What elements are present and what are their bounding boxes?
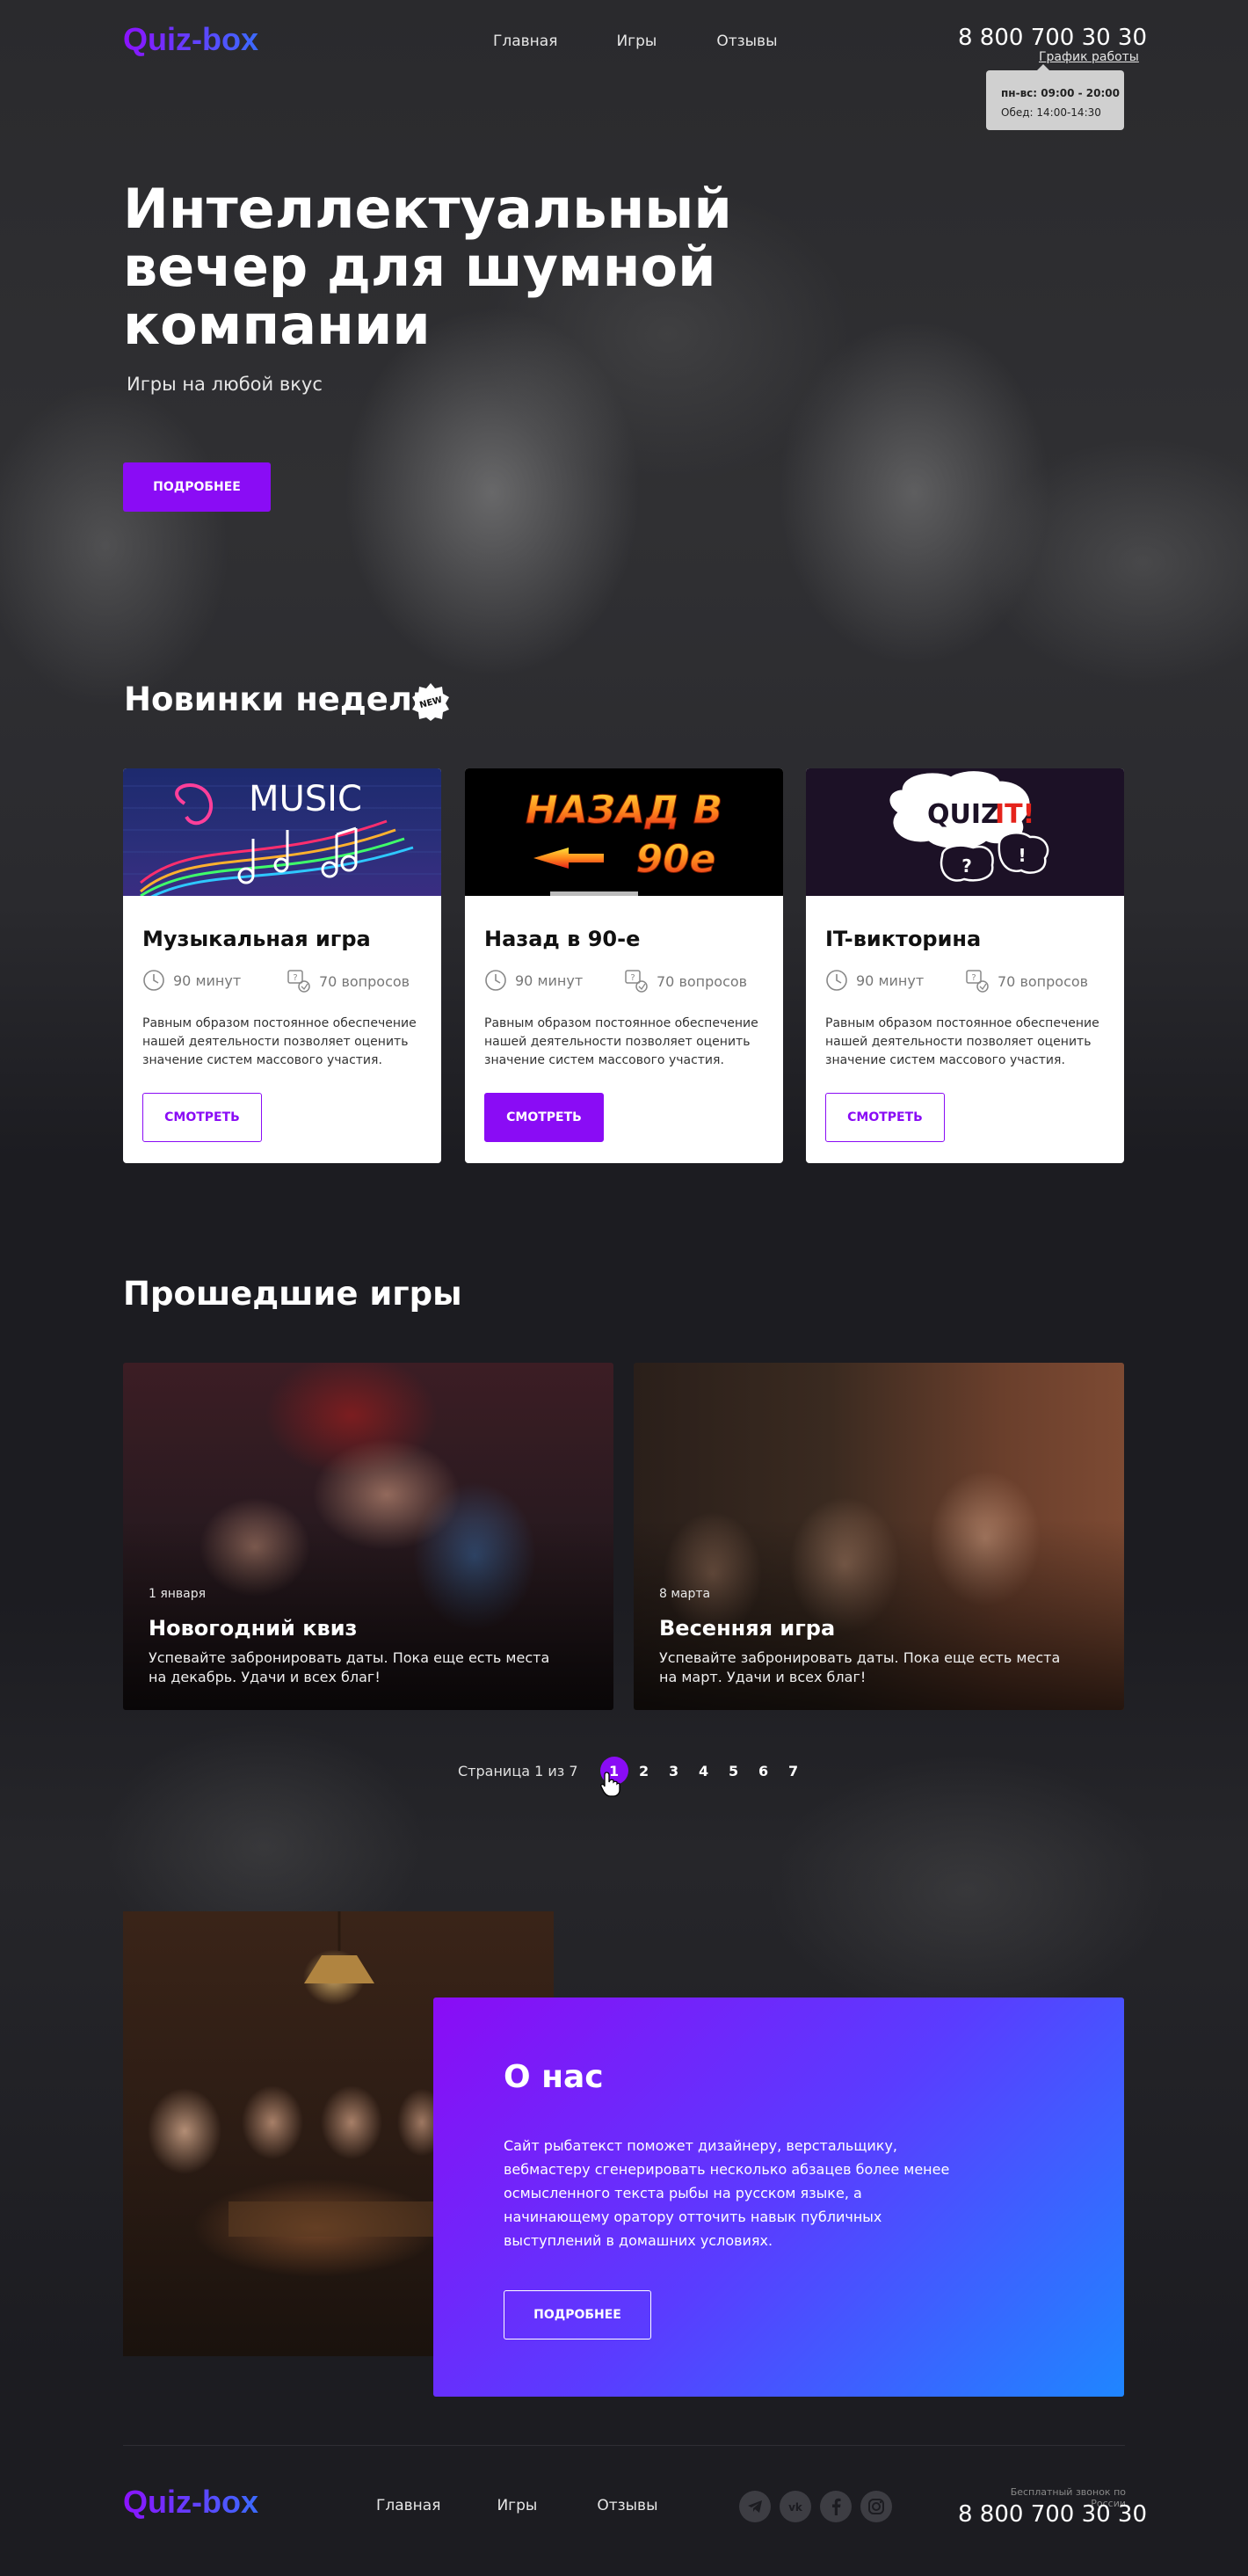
game-card-music: MUSIC Музыкальная игра 90 минут ? 70 воп… bbox=[123, 768, 441, 1163]
card-description: Равным образом постоянное обеспечение на… bbox=[142, 1016, 417, 1067]
music-image-text: MUSIC bbox=[249, 779, 362, 819]
view-button[interactable]: СМОТРЕТЬ bbox=[825, 1093, 945, 1142]
logo[interactable]: Quiz-box bbox=[123, 21, 258, 58]
clock-icon bbox=[485, 970, 506, 991]
clock-icon bbox=[143, 970, 164, 991]
hero-subtitle: Игры на любой вкус bbox=[127, 374, 323, 395]
past-game-date: 8 марта bbox=[659, 1587, 711, 1601]
svg-text:?: ? bbox=[961, 855, 972, 877]
footer-nav-games[interactable]: Игры bbox=[497, 2497, 537, 2514]
questions-text: 70 вопросов bbox=[657, 972, 748, 990]
nav-games[interactable]: Игры bbox=[616, 33, 657, 50]
duration-text: 90 минут bbox=[856, 971, 925, 989]
page-5[interactable]: 5 bbox=[720, 1757, 748, 1785]
card-image-90s: НАЗАД В 90е bbox=[465, 768, 783, 896]
card-image-it: QUIZ IT! ? ! bbox=[806, 768, 1124, 896]
questions-icon: ? bbox=[625, 970, 648, 993]
main-nav: Главная Игры Отзывы bbox=[493, 33, 778, 50]
hand-cursor-icon bbox=[600, 1772, 620, 1797]
page-6[interactable]: 6 bbox=[750, 1757, 778, 1785]
quiz-image-text: QUIZ bbox=[927, 799, 1000, 830]
clock-icon bbox=[826, 970, 847, 991]
new-games-title: Новинки недели bbox=[124, 680, 435, 718]
view-button[interactable]: СМОТРЕТЬ bbox=[484, 1093, 604, 1142]
page-3[interactable]: 3 bbox=[660, 1757, 688, 1785]
footer-nav-reviews[interactable]: Отзывы bbox=[597, 2497, 657, 2514]
nav-reviews[interactable]: Отзывы bbox=[716, 33, 777, 50]
page-2[interactable]: 2 bbox=[630, 1757, 658, 1785]
duration-meta: 90 минут bbox=[484, 969, 583, 992]
card-title: IT-викторина bbox=[825, 927, 982, 951]
schedule-link[interactable]: График работы bbox=[1039, 50, 1139, 64]
duration-meta: 90 минут bbox=[825, 969, 924, 992]
duration-text: 90 минут bbox=[515, 971, 584, 989]
vk-icon[interactable]: vk bbox=[780, 2491, 811, 2522]
questions-text: 70 вопросов bbox=[319, 972, 410, 990]
past-game-description: Успевайте забронировать даты. Пока еще е… bbox=[149, 1649, 550, 1685]
about-title: О нас bbox=[504, 2059, 604, 2095]
footer-phone[interactable]: 8 800 700 30 30 bbox=[958, 2501, 1147, 2528]
retro-90s-icon: НАЗАД В 90е bbox=[525, 788, 723, 896]
game-card-it: QUIZ IT! ? ! IT-викторина 90 минут ? 70 … bbox=[806, 768, 1124, 1163]
svg-text:?: ? bbox=[293, 973, 297, 983]
questions-icon: ? bbox=[966, 970, 989, 993]
retro-line-1: НАЗАД В bbox=[526, 788, 722, 833]
facebook-icon[interactable] bbox=[820, 2491, 852, 2522]
questions-meta: ? 70 вопросов bbox=[287, 969, 410, 993]
telegram-icon[interactable] bbox=[739, 2491, 771, 2522]
footer-divider bbox=[123, 2445, 1125, 2446]
questions-text: 70 вопросов bbox=[998, 972, 1089, 990]
schedule-days: пн-вс: 09:00 - 20:00 bbox=[1001, 87, 1120, 99]
footer-nav: Главная Игры Отзывы bbox=[376, 2497, 658, 2514]
header-phone[interactable]: 8 800 700 30 30 bbox=[958, 25, 1147, 51]
card-title: Назад в 90-е bbox=[484, 927, 641, 951]
footer-logo[interactable]: Quiz-box bbox=[123, 2484, 258, 2521]
pager-label: Страница 1 из 7 bbox=[458, 1762, 578, 1779]
svg-text:!: ! bbox=[1018, 845, 1026, 866]
schedule-lunch: Обед: 14:00-14:30 bbox=[1001, 106, 1101, 119]
card-image-music: MUSIC bbox=[123, 768, 441, 896]
instagram-icon[interactable] bbox=[860, 2491, 892, 2522]
nav-home[interactable]: Главная bbox=[493, 33, 557, 50]
page-7[interactable]: 7 bbox=[780, 1757, 808, 1785]
questions-meta: ? 70 вопросов bbox=[965, 969, 1088, 993]
duration-text: 90 минут bbox=[173, 971, 242, 989]
card-description: Равным образом постоянное обеспечение на… bbox=[484, 1016, 758, 1067]
past-game-description: Успевайте забронировать даты. Пока еще е… bbox=[659, 1649, 1061, 1685]
footer-nav-home[interactable]: Главная bbox=[376, 2497, 440, 2514]
card-title: Музыкальная игра bbox=[142, 927, 371, 951]
past-game-date: 1 января bbox=[149, 1587, 207, 1601]
svg-text:?: ? bbox=[630, 973, 635, 983]
questions-meta: ? 70 вопросов bbox=[624, 969, 747, 993]
about-panel: О нас Сайт рыбатекст поможет дизайнеру, … bbox=[433, 1997, 1124, 2397]
past-games-title: Прошедшие игры bbox=[123, 1275, 462, 1313]
new-badge-icon: NEW bbox=[412, 683, 449, 721]
past-game-card-spring[interactable]: 8 марта Весенняя игра Успевайте забронир… bbox=[634, 1363, 1124, 1710]
page-4[interactable]: 4 bbox=[690, 1757, 718, 1785]
card-description: Равным образом постоянное обеспечение на… bbox=[825, 1016, 1099, 1067]
it-image-text: IT! bbox=[995, 799, 1034, 830]
duration-meta: 90 минут bbox=[142, 969, 241, 992]
hero-title: Интеллектуальный вечер для шумной компан… bbox=[123, 177, 732, 357]
view-button[interactable]: СМОТРЕТЬ bbox=[142, 1093, 262, 1142]
past-game-card-newyear[interactable]: 1 января Новогодний квиз Успевайте забро… bbox=[123, 1363, 613, 1710]
svg-text:vk: vk bbox=[788, 2501, 803, 2513]
about-more-button[interactable]: ПОДРОБНЕЕ bbox=[504, 2290, 651, 2340]
pagination: Страница 1 из 7 1 2 3 4 5 6 7 bbox=[458, 1757, 809, 1785]
retro-line-2: 90е bbox=[635, 837, 715, 882]
quiz-it-icon: QUIZ IT! ? ! bbox=[889, 771, 1049, 882]
svg-text:?: ? bbox=[971, 973, 976, 983]
questions-icon: ? bbox=[287, 970, 310, 993]
past-game-title: Весенняя игра bbox=[659, 1616, 836, 1641]
music-neon-icon: MUSIC bbox=[123, 779, 441, 896]
past-game-title: Новогодний квиз bbox=[149, 1616, 358, 1641]
schedule-tooltip: пн-вс: 09:00 - 20:00 Обед: 14:00-14:30 bbox=[986, 64, 1124, 130]
game-card-90s: НАЗАД В 90е Назад в 90-е 90 минут ? 70 в… bbox=[465, 768, 783, 1163]
hero-more-button[interactable]: ПОДРОБНЕЕ bbox=[123, 462, 271, 512]
about-text: Сайт рыбатекст поможет дизайнеру, верста… bbox=[504, 2137, 950, 2249]
